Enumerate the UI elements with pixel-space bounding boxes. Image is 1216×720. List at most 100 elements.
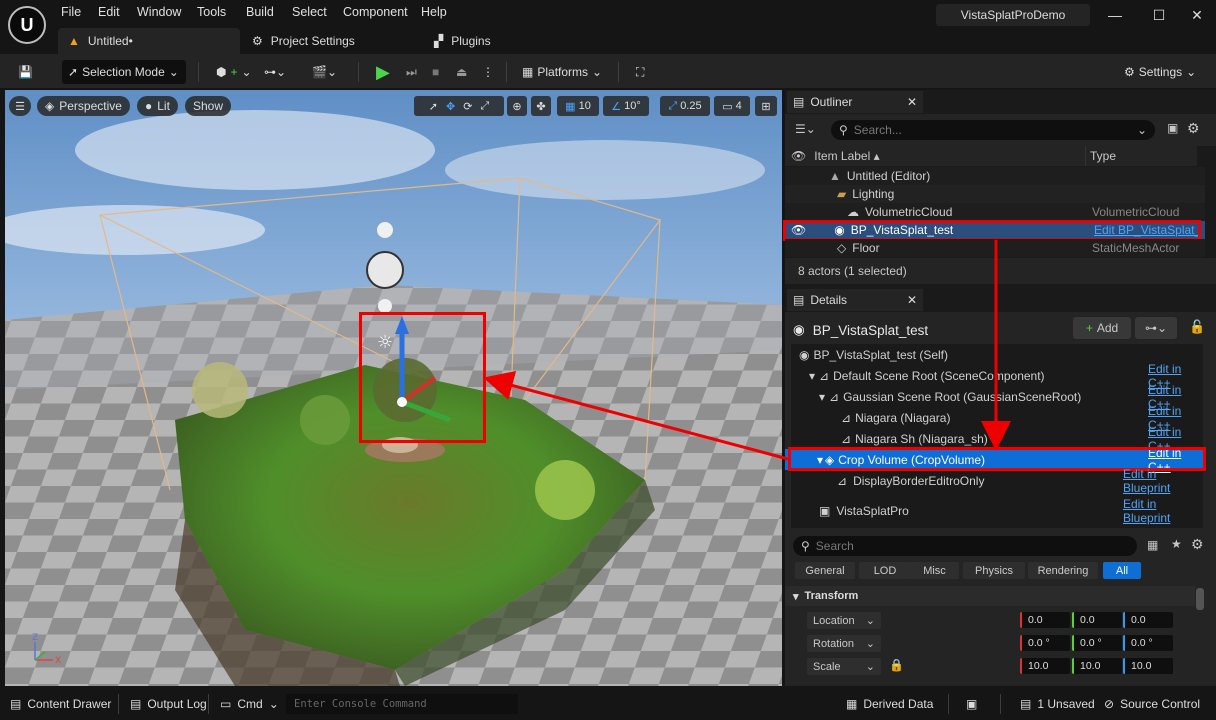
- menu-window[interactable]: Window: [137, 5, 181, 19]
- output-log-button[interactable]: ▤ Output Log: [122, 694, 215, 714]
- lit-button[interactable]: ● Lit: [137, 96, 178, 116]
- filter-all[interactable]: All: [1103, 562, 1141, 579]
- component-row[interactable]: ⊿ DisplayBorderEditroOnly Edit in Bluepr…: [785, 467, 1205, 495]
- viewport-menu-icon[interactable]: ☰: [9, 96, 31, 116]
- outliner-row[interactable]: ▲ Untitled (Editor): [785, 167, 1205, 185]
- outliner-row[interactable]: ☁ VolumetricCloud VolumetricCloud: [785, 203, 1205, 221]
- unreal-logo[interactable]: U: [8, 6, 46, 44]
- cmd-dropdown[interactable]: ▭ Cmd ⌄: [212, 694, 287, 714]
- collapse-arrow-icon[interactable]: ▾: [819, 390, 825, 404]
- lock-icon[interactable]: 🔒: [889, 658, 904, 672]
- revision-control-icon[interactable]: ▣: [958, 694, 985, 714]
- outliner-tab[interactable]: ▤ Outliner ✕: [787, 91, 923, 113]
- step-icon[interactable]: ⏭: [400, 60, 423, 84]
- close-icon[interactable]: ✕: [1182, 4, 1212, 26]
- camera-speed-button[interactable]: ▭ 4: [714, 96, 750, 116]
- lock-icon[interactable]: 🔓: [1189, 319, 1205, 335]
- details-tab[interactable]: ▤ Details ✕: [787, 289, 923, 311]
- gear-icon[interactable]: ⚙: [1191, 536, 1204, 553]
- add-actor-icon[interactable]: ⬢ + ⌄: [210, 60, 258, 84]
- select-tool-icon[interactable]: ➚: [429, 100, 438, 113]
- menu-build[interactable]: Build: [246, 5, 274, 19]
- outliner-search-input[interactable]: ⚲ Search... ⌄: [831, 120, 1155, 140]
- location-y[interactable]: 0.0: [1072, 612, 1122, 628]
- menu-edit[interactable]: Edit: [98, 5, 120, 19]
- layout-icon[interactable]: ⊞: [755, 96, 777, 116]
- add-component-button[interactable]: + Add: [1073, 317, 1131, 339]
- transform-section-header[interactable]: ▾ Transform: [785, 586, 1195, 606]
- selection-mode-dropdown[interactable]: ➚ Selection Mode ⌄: [62, 60, 186, 84]
- collapse-arrow-icon[interactable]: ▾: [809, 369, 815, 383]
- gear-icon[interactable]: ⚙: [1187, 120, 1200, 137]
- outliner-row[interactable]: ▰ Lighting: [785, 185, 1205, 203]
- unsaved-button[interactable]: ▤ 1 Unsaved: [1012, 694, 1103, 714]
- scale-x[interactable]: 10.0: [1020, 658, 1070, 674]
- maximize-icon[interactable]: ☐: [1144, 4, 1174, 26]
- menu-select[interactable]: Select: [292, 5, 327, 19]
- details-search-input[interactable]: ⚲ Search: [793, 536, 1137, 556]
- cinematics-icon[interactable]: 🎬⌄: [306, 60, 343, 84]
- rotation-y[interactable]: 0.0 °: [1072, 635, 1122, 651]
- component-row[interactable]: ⊿ Niagara Sh (Niagara_sh) Edit in C++: [785, 425, 1205, 453]
- scale-snap-toggle[interactable]: ⤢ 0.25: [660, 96, 710, 116]
- show-button[interactable]: Show: [185, 96, 232, 116]
- content-drawer-button[interactable]: ▤ Content Drawer: [2, 694, 119, 714]
- tab-project-settings[interactable]: ⚙ Project Settings: [242, 28, 365, 54]
- grid-snap-toggle[interactable]: ▦ 10: [557, 96, 599, 116]
- add-folder-icon[interactable]: ▣: [1167, 121, 1178, 135]
- fullscreen-icon[interactable]: ⛶: [630, 60, 650, 84]
- details-scrollbar[interactable]: [1196, 588, 1204, 610]
- menu-file[interactable]: File: [61, 5, 81, 19]
- location-dropdown[interactable]: Location ⌄: [807, 612, 881, 629]
- filter-misc[interactable]: Misc: [910, 562, 959, 579]
- filter-general[interactable]: General: [795, 562, 855, 579]
- filter-lod[interactable]: LOD: [859, 562, 911, 579]
- rotation-snap-toggle[interactable]: ∠ 10°: [603, 96, 649, 116]
- move-tool-icon[interactable]: ✥: [446, 100, 455, 113]
- tab-plugins[interactable]: ▞ Plugins: [424, 28, 501, 54]
- scale-dropdown[interactable]: Scale ⌄: [807, 658, 881, 675]
- level-viewport[interactable]: ☼ Z X ☰ ◈ Perspective ● Lit Show ➚ ✥ ⟳ ⤢…: [5, 90, 782, 686]
- more-options-icon[interactable]: ⋮: [476, 60, 500, 84]
- scale-z[interactable]: 10.0: [1123, 658, 1173, 674]
- eject-icon[interactable]: ⏏: [450, 60, 473, 84]
- surface-snap-icon[interactable]: ✤: [531, 96, 551, 116]
- stop-icon[interactable]: ■: [426, 60, 445, 84]
- tab-untitled[interactable]: ▲ Untitled•: [58, 28, 240, 54]
- component-row[interactable]: ▾ ⊿ Gaussian Scene Root (GaussianSceneRo…: [785, 383, 1205, 411]
- filter-physics[interactable]: Physics: [963, 562, 1025, 579]
- scale-tool-icon[interactable]: ⤢: [480, 100, 489, 113]
- settings-button[interactable]: ⚙ Settings ⌄: [1118, 60, 1202, 84]
- menu-component[interactable]: Component: [343, 5, 408, 19]
- location-z[interactable]: 0.0: [1123, 612, 1173, 628]
- rotation-dropdown[interactable]: Rotation ⌄: [807, 635, 881, 652]
- table-view-icon[interactable]: ▦: [1147, 538, 1158, 552]
- blueprint-icon[interactable]: ⊶⌄: [258, 60, 292, 84]
- rotation-z[interactable]: 0.0 °: [1123, 635, 1173, 651]
- rotation-x[interactable]: 0.0 °: [1020, 635, 1070, 651]
- col-type[interactable]: Type: [1085, 146, 1116, 166]
- blueprint-options-icon[interactable]: ⊶⌄: [1135, 317, 1177, 339]
- filter-icon[interactable]: ☰⌄: [795, 122, 816, 136]
- scale-y[interactable]: 10.0: [1072, 658, 1122, 674]
- minimize-icon[interactable]: —: [1100, 4, 1130, 26]
- play-icon[interactable]: ▶: [370, 60, 396, 84]
- source-control-button[interactable]: ⊘ Source Control: [1096, 694, 1208, 714]
- perspective-button[interactable]: ◈ Perspective: [37, 96, 130, 116]
- component-row[interactable]: ▣ VistaSplatPro Edit in Blueprint: [785, 497, 1205, 525]
- menu-help[interactable]: Help: [421, 5, 447, 19]
- close-icon[interactable]: ✕: [907, 293, 917, 307]
- outliner-row[interactable]: ◇ Floor StaticMeshActor: [785, 239, 1205, 257]
- close-icon[interactable]: ✕: [907, 95, 917, 109]
- rotate-tool-icon[interactable]: ⟳: [463, 100, 472, 113]
- derived-data-button[interactable]: ▦ Derived Data: [838, 694, 941, 714]
- component-row[interactable]: ◉ BP_VistaSplat_test (Self): [785, 344, 1205, 365]
- filter-rendering[interactable]: Rendering: [1028, 562, 1098, 579]
- eye-icon[interactable]: 👁: [791, 149, 806, 163]
- console-input[interactable]: Enter Console Command: [286, 694, 518, 714]
- col-item-label[interactable]: Item Label ▴: [814, 149, 879, 163]
- component-row[interactable]: ▾ ⊿ Default Scene Root (SceneComponent) …: [785, 362, 1205, 390]
- star-icon[interactable]: ★: [1171, 537, 1182, 551]
- save-icon[interactable]: 💾: [12, 60, 39, 84]
- world-space-icon[interactable]: ⊕: [507, 96, 527, 116]
